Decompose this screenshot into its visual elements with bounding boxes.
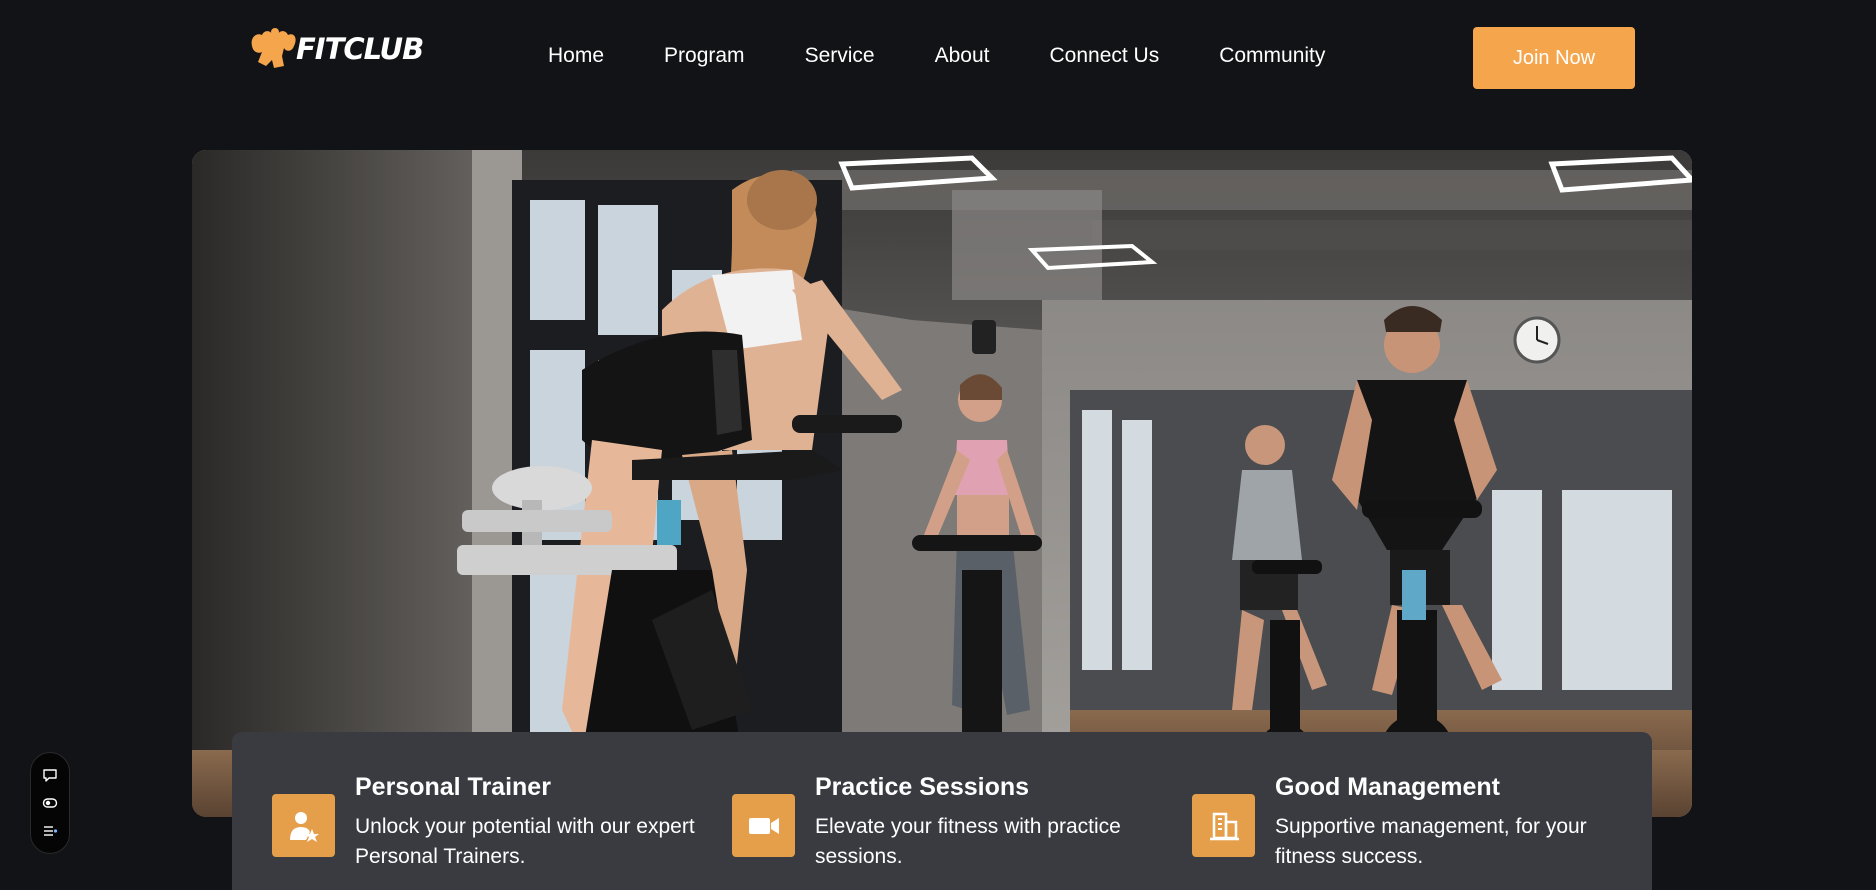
gym-scene-illustration bbox=[192, 150, 1692, 817]
feature-description: Elevate your fitness with practice sessi… bbox=[815, 815, 1121, 868]
video-camera-icon bbox=[732, 794, 795, 857]
feature-good-management[interactable]: Good Management Supportive management, f… bbox=[1192, 772, 1615, 872]
building-icon-glyph bbox=[1209, 812, 1239, 840]
feature-text: Good Management Supportive management, f… bbox=[1275, 772, 1615, 872]
settings-list-icon[interactable] bbox=[42, 823, 58, 839]
feature-title: Personal Trainer bbox=[355, 773, 551, 801]
feature-text: Practice Sessions Elevate your fitness w… bbox=[815, 772, 1155, 872]
nav-connect-us[interactable]: Connect Us bbox=[1049, 44, 1159, 68]
nav-program[interactable]: Program bbox=[664, 44, 745, 68]
feature-description: Supportive management, for your fitness … bbox=[1275, 815, 1587, 868]
nav-service[interactable]: Service bbox=[805, 44, 875, 68]
nav-community[interactable]: Community bbox=[1219, 44, 1325, 68]
video-camera-icon-glyph bbox=[748, 817, 779, 834]
logo[interactable]: FITCLUB bbox=[248, 26, 424, 72]
main-nav: Home Program Service About Connect Us Co… bbox=[548, 44, 1385, 68]
building-icon bbox=[1192, 794, 1255, 857]
logo-text: FITCLUB bbox=[296, 32, 424, 66]
feature-title: Practice Sessions bbox=[815, 773, 1030, 801]
feature-practice-sessions[interactable]: Practice Sessions Elevate your fitness w… bbox=[732, 772, 1155, 872]
feature-text: Personal Trainer Unlock your potential w… bbox=[355, 772, 695, 872]
chat-icon[interactable] bbox=[42, 767, 58, 783]
personal-trainer-icon bbox=[272, 794, 335, 857]
feature-description: Unlock your potential with our expert Pe… bbox=[355, 815, 695, 868]
bodybuilder-icon bbox=[251, 28, 296, 68]
toggle-icon[interactable] bbox=[42, 795, 58, 811]
features-card: Personal Trainer Unlock your potential w… bbox=[232, 732, 1652, 890]
side-toolbar bbox=[30, 752, 70, 854]
hero-image bbox=[192, 150, 1692, 817]
nav-home[interactable]: Home bbox=[548, 44, 604, 68]
personal-trainer-icon-glyph bbox=[289, 811, 319, 842]
feature-title: Good Management bbox=[1275, 773, 1501, 801]
join-now-button[interactable]: Join Now bbox=[1473, 27, 1635, 89]
nav-about[interactable]: About bbox=[935, 44, 990, 68]
feature-personal-trainer[interactable]: Personal Trainer Unlock your potential w… bbox=[272, 772, 695, 872]
